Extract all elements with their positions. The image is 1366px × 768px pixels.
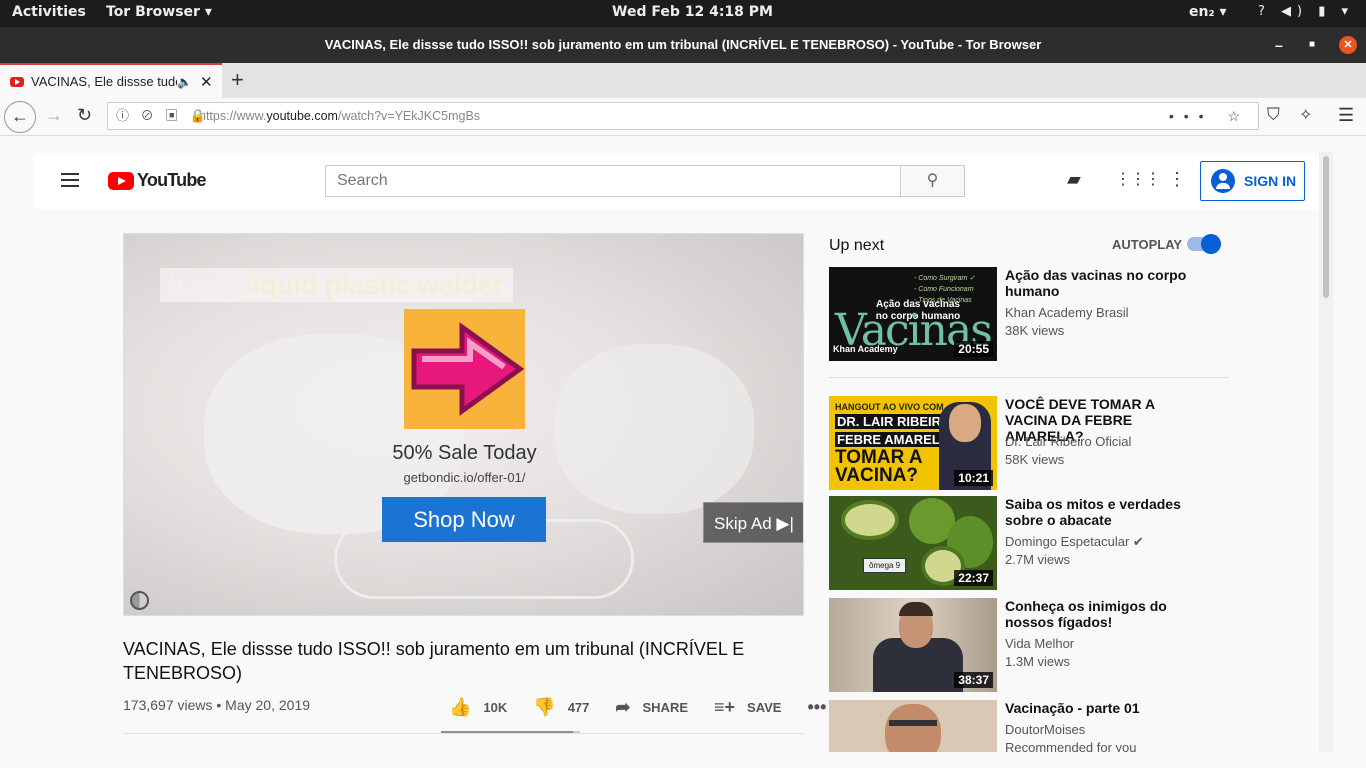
navigation-bar: ← → ↻ ⓘ ⊘ ▣ 🔒 https://www.youtube.com/wa… <box>0 98 1366 136</box>
account-icon <box>1211 169 1235 193</box>
video-thumbnail[interactable]: HANGOUT AO VIVO COM DR. LAIR RIBEIRO FEB… <box>829 396 997 490</box>
youtube-logo[interactable]: YouTube <box>105 170 207 191</box>
up-next-heading: Up next <box>829 237 885 254</box>
video-thumbnail[interactable] <box>829 700 997 752</box>
like-button[interactable]: 👍 10K <box>449 697 507 718</box>
system-tray[interactable]: ? ◀) ▮ ▾ <box>1258 4 1354 19</box>
rec-channel[interactable]: Dr. Lair Ribeiro Oficial <box>1005 434 1131 449</box>
rec-views: 2.7M views <box>1005 552 1071 567</box>
activities-button[interactable]: Activities <box>12 4 86 20</box>
thumbs-up-icon: 👍 <box>449 697 472 717</box>
video-meta: 173,697 views • May 20, 2019 <box>123 697 311 713</box>
rec-views: Recommended for you <box>1005 740 1137 752</box>
video-thumbnail[interactable]: - Como Surgiram ✓ - Como Funcionam - Tip… <box>829 267 997 361</box>
page-actions[interactable]: ••• ☆ <box>1169 103 1250 129</box>
ad-title[interactable]: 50% Sale Today <box>124 442 803 465</box>
new-tab-button[interactable]: + <box>231 67 244 93</box>
tab-youtube[interactable]: VACINAS, Ele dissse tudo 🔈 ✕ <box>0 63 222 98</box>
video-thumbnail[interactable]: 38:37 <box>829 598 997 692</box>
rec-title[interactable]: Ação das vacinas no corpo humano <box>1005 267 1205 299</box>
youtube-page: YouTube Search ⚲ ▰ ⋮⋮⋮ ⋮ SIGN IN It is a… <box>0 137 1366 768</box>
url-domain: youtube.com <box>266 109 338 123</box>
reload-button[interactable]: ↻ <box>77 105 92 126</box>
maximize-icon[interactable]: ■ <box>1309 27 1315 63</box>
rec-views: 38K views <box>1005 323 1065 338</box>
rec-title[interactable]: Vacinação - parte 01 <box>1005 700 1205 716</box>
shield-icon[interactable]: ⛉ <box>1267 105 1280 125</box>
video-thumbnail[interactable]: ômega 9 22:37 <box>829 496 997 590</box>
lock-icon: 🔒 <box>189 108 211 123</box>
dislike-button[interactable]: 👎 477 <box>533 697 589 718</box>
search-button[interactable]: ⚲ <box>900 165 965 197</box>
sign-in-label: SIGN IN <box>1244 173 1297 189</box>
video-player[interactable]: It is a liquid plastic welder 50% Sale T… <box>123 233 804 616</box>
gnome-top-bar: Activities Tor Browser ▾ Wed Feb 12 4:18… <box>0 0 1366 27</box>
window-title: VACINAS, Ele dissse tudo ISSO!! sob jura… <box>324 37 1042 52</box>
forward-button[interactable]: → <box>45 105 63 126</box>
tab-bar: VACINAS, Ele dissse tudo 🔈 ✕ + <box>0 63 1366 98</box>
ad-arrow-image[interactable] <box>404 309 525 429</box>
url-path: /watch?v=YEkJKC5mgBs <box>337 109 481 123</box>
guide-menu-icon[interactable] <box>61 173 79 187</box>
search-input[interactable]: Search <box>325 165 901 197</box>
close-tab-icon[interactable]: ✕ <box>200 73 213 91</box>
autoplay-label: AUTOPLAY <box>1112 237 1183 252</box>
minimize-icon[interactable]: – <box>1275 27 1283 63</box>
logo-text: YouTube <box>137 170 207 190</box>
youtube-header: YouTube Search ⚲ ▰ ⋮⋮⋮ ⋮ SIGN IN <box>33 153 1319 209</box>
save-button[interactable]: ≡+ SAVE <box>714 697 781 718</box>
video-caption: It is a liquid plastic welder <box>160 268 513 302</box>
sign-in-button[interactable]: SIGN IN <box>1200 161 1305 201</box>
url-bar[interactable]: ⓘ ⊘ ▣ 🔒 https://www.youtube.com/watch?v=… <box>107 102 1259 130</box>
youtube-favicon-icon <box>10 76 24 87</box>
video-title: VACINAS, Ele dissse tudo ISSO!! sob jura… <box>123 639 745 683</box>
recommended-video[interactable]: HANGOUT AO VIVO COM DR. LAIR RIBEIRO FEB… <box>829 396 1229 490</box>
recommended-video[interactable]: ômega 9 22:37 Saiba os mitos e verdades … <box>829 496 1229 590</box>
recommended-video[interactable]: 38:37 Conheça os inimigos do nossos fíga… <box>829 598 1229 692</box>
recommended-video[interactable]: - Como Surgiram ✓ - Como Funcionam - Tip… <box>829 267 1229 361</box>
site-info-icons[interactable]: ⓘ ⊘ ▣ 🔒 <box>116 103 210 129</box>
duration-badge: 22:37 <box>954 570 993 586</box>
duration-badge: 20:55 <box>954 341 993 357</box>
ad-progress-icon <box>130 591 149 610</box>
speaker-icon[interactable]: 🔈 <box>177 75 192 89</box>
rec-views: 1.3M views <box>1005 654 1071 669</box>
rec-channel[interactable]: Vida Melhor <box>1005 636 1074 651</box>
tab-title: VACINAS, Ele dissse tudo <box>31 74 177 89</box>
rec-title[interactable]: Saiba os mitos e verdades sobre o abacat… <box>1005 496 1205 528</box>
rec-views: 58K views <box>1005 452 1065 467</box>
clock[interactable]: Wed Feb 12 4:18 PM <box>612 4 773 20</box>
tor-circuit-icon[interactable]: ✧ <box>1299 105 1312 125</box>
share-button[interactable]: ➦ SHARE <box>615 697 688 718</box>
input-language[interactable]: en₂ ▾ <box>1189 4 1227 20</box>
settings-more-icon[interactable]: ⋮ <box>1168 169 1186 190</box>
more-icon: ••• <box>807 697 827 717</box>
rec-channel[interactable]: Khan Academy Brasil <box>1005 305 1129 320</box>
duration-badge: 10:21 <box>954 470 993 486</box>
video-actions: 👍 10K 👎 477 ➦ SHARE ≡+ SAVE ••• <box>449 697 864 718</box>
menu-icon[interactable]: ☰ <box>1338 105 1354 126</box>
youtube-play-icon <box>108 171 134 190</box>
add-to-playlist-icon: ≡+ <box>714 697 736 717</box>
duration-badge: 38:37 <box>954 672 993 688</box>
rec-channel[interactable]: Domingo Espetacular ✔ <box>1005 534 1144 550</box>
app-menu[interactable]: Tor Browser ▾ <box>106 4 212 20</box>
share-icon: ➦ <box>615 697 631 717</box>
close-window-icon[interactable]: ✕ <box>1339 36 1357 54</box>
rec-title[interactable]: Conheça os inimigos do nossos fígados! <box>1005 598 1205 630</box>
rec-channel[interactable]: DoutorMoises <box>1005 722 1085 737</box>
window-titlebar: VACINAS, Ele dissse tudo ISSO!! sob jura… <box>0 27 1366 63</box>
recommended-video[interactable]: Vacinação - parte 01 DoutorMoises Recomm… <box>829 700 1229 752</box>
ad-url[interactable]: getbondic.io/offer-01/ <box>124 470 803 485</box>
back-button[interactable]: ← <box>4 101 36 133</box>
shop-now-button[interactable]: Shop Now <box>382 497 546 542</box>
skip-ad-button[interactable]: Skip Ad ▶| <box>703 502 803 543</box>
create-video-icon[interactable]: ▰ <box>1067 169 1081 190</box>
thumbs-down-icon: 👎 <box>533 697 556 717</box>
search-icon: ⚲ <box>926 172 939 189</box>
apps-grid-icon[interactable]: ⋮⋮⋮ <box>1115 169 1161 189</box>
scrollbar-thumb[interactable] <box>1323 156 1329 298</box>
autoplay-toggle[interactable] <box>1187 234 1221 254</box>
